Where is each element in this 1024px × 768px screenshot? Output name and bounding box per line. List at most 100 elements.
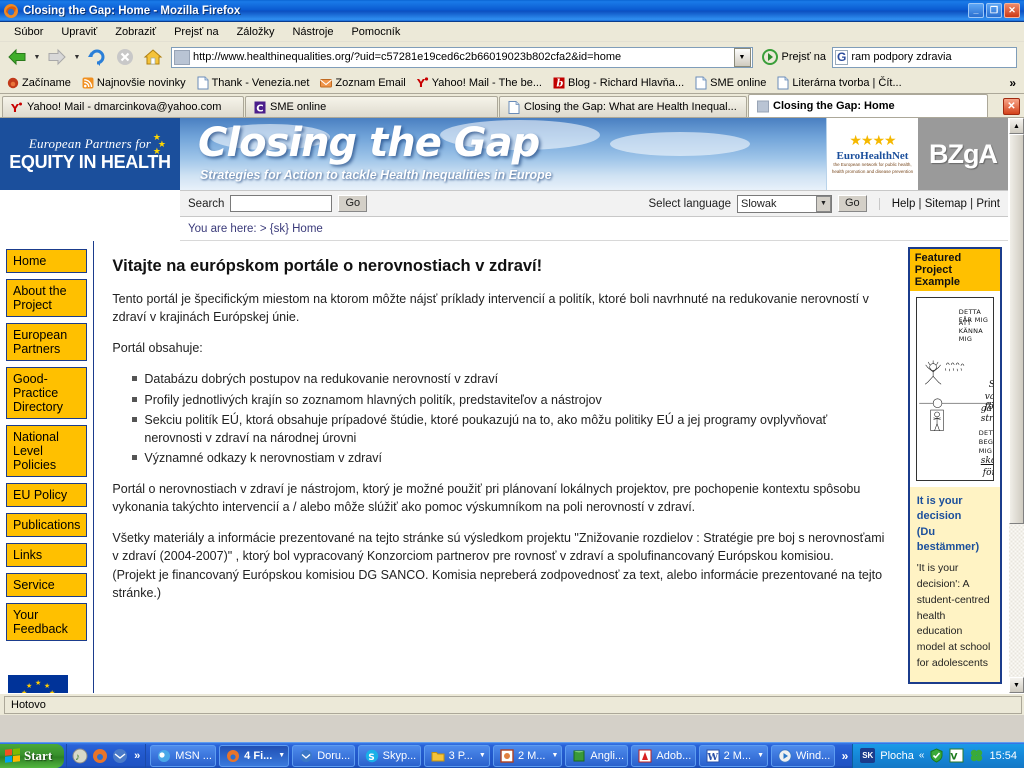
clover-icon[interactable] bbox=[969, 748, 984, 763]
search-input[interactable]: G ram podpory zdravia bbox=[832, 46, 1017, 68]
title-bar: Closing the Gap: Home - Mozilla Firefox … bbox=[0, 0, 1024, 22]
menu-item-zalozky[interactable]: Záložky bbox=[228, 24, 284, 40]
tab-closing-the-gap-home[interactable]: Closing the Gap: Home bbox=[748, 94, 988, 117]
language-select[interactable]: Slowak ▼ bbox=[737, 194, 832, 213]
site-search-input[interactable] bbox=[230, 195, 333, 212]
close-tab-icon[interactable]: ✕ bbox=[1003, 98, 1020, 115]
scrollbar-thumb[interactable] bbox=[1009, 134, 1024, 524]
bookmark-zoznam-email[interactable]: Zoznam Email bbox=[315, 75, 410, 91]
bookmarks-overflow-icon[interactable]: » bbox=[1009, 76, 1022, 90]
page-scrollbar[interactable]: ▲ ▼ bbox=[1008, 118, 1024, 693]
language-go-button[interactable]: Go bbox=[838, 195, 867, 212]
tasks-overflow-icon[interactable]: » bbox=[838, 749, 853, 763]
search-engine-icon[interactable]: G bbox=[835, 49, 849, 65]
scroll-up-icon[interactable]: ▲ bbox=[1009, 118, 1024, 134]
reload-icon[interactable] bbox=[84, 44, 110, 70]
tab-closing-the-gap-what[interactable]: Closing the Gap: What are Health Inequal… bbox=[499, 96, 747, 117]
page-icon bbox=[197, 76, 209, 90]
sidebar-item-about-the-project[interactable]: About the Project bbox=[6, 279, 88, 317]
sketch-line: MIG bbox=[978, 447, 993, 455]
task-firefox[interactable]: 4 Fi... ▼ bbox=[219, 744, 290, 767]
start-button[interactable]: Start bbox=[0, 743, 65, 768]
featured-project-image[interactable]: DETTA FÅR MIG ATT KÄNNA MIG v fö gå str … bbox=[909, 291, 1000, 487]
bookmark-label: Začíname bbox=[22, 76, 71, 89]
chevron-down-icon[interactable]: ▼ bbox=[757, 752, 764, 759]
shield-icon[interactable] bbox=[929, 748, 944, 763]
antivirus-icon[interactable]: V bbox=[949, 748, 964, 763]
task-windows-media[interactable]: Wind... bbox=[771, 744, 835, 767]
maximize-button[interactable]: ❐ bbox=[986, 3, 1002, 18]
tab-sme-online[interactable]: C SME online bbox=[245, 96, 498, 117]
chevron-down-icon[interactable]: ▼ bbox=[551, 752, 558, 759]
task-winamp[interactable]: 2 M... ▼ bbox=[492, 744, 563, 767]
bookmark-thank-venezia[interactable]: Thank - Venezia.net bbox=[192, 75, 315, 91]
tray-expand-icon[interactable]: « bbox=[919, 750, 925, 761]
back-arrow-icon[interactable] bbox=[4, 44, 30, 70]
bookmark-blog-richard[interactable]: b Blog - Richard Hlavňa... bbox=[548, 75, 689, 91]
bookmark-zaciname[interactable]: Začíname bbox=[2, 75, 76, 91]
sidebar-item-european-partners[interactable]: European Partners bbox=[6, 323, 88, 361]
task-dorucene[interactable]: Doru... bbox=[292, 744, 355, 767]
bookmark-yahoo-mail[interactable]: Y Yahoo! Mail - The be... bbox=[412, 75, 547, 91]
menu-item-subor[interactable]: Súbor bbox=[5, 24, 52, 40]
task-adobe[interactable]: Adob... bbox=[631, 744, 696, 767]
firefox-icon[interactable] bbox=[92, 748, 108, 764]
credits-paragraph: Všetky materiály a informácie prezentova… bbox=[112, 531, 885, 564]
task-msn[interactable]: MSN ... bbox=[150, 744, 217, 767]
chevron-down-icon[interactable]: ▼ bbox=[479, 752, 486, 759]
sidebar-item-your-feedback[interactable]: Your Feedback bbox=[6, 603, 88, 641]
menu-item-upravit[interactable]: Upraviť bbox=[52, 24, 106, 40]
menu-item-zobrazit[interactable]: Zobraziť bbox=[106, 24, 165, 40]
sidebar-item-links[interactable]: Links bbox=[6, 543, 88, 567]
minimize-button[interactable]: _ bbox=[968, 3, 984, 18]
sketch-line: föräldrar bbox=[982, 468, 993, 478]
sidebar-item-home[interactable]: Home bbox=[6, 249, 88, 273]
menu-item-pomocnik[interactable]: Pomocník bbox=[342, 24, 409, 40]
bzga-logo[interactable]: BZgA bbox=[918, 118, 1008, 190]
go-button[interactable]: Prejsť na bbox=[758, 49, 830, 65]
quicklaunch-overflow-icon[interactable]: » bbox=[134, 750, 140, 762]
yahoo-icon: Y bbox=[10, 101, 23, 115]
site-banner: European Partners for EQUITY IN HEALTH ★… bbox=[0, 118, 1008, 190]
sme-icon: C bbox=[254, 101, 266, 114]
close-button[interactable]: ✕ bbox=[1004, 3, 1020, 18]
sidebar-item-eu-policy[interactable]: EU Policy bbox=[6, 483, 88, 507]
task-word[interactable]: W 2 M... ▼ bbox=[698, 744, 769, 767]
chevron-down-icon[interactable]: ▼ bbox=[816, 195, 831, 212]
task-folders[interactable]: 3 P... ▼ bbox=[423, 744, 490, 767]
sitemap-link[interactable]: Sitemap bbox=[925, 198, 967, 210]
sidebar-item-national-level-policies[interactable]: National Level Policies bbox=[6, 425, 88, 477]
print-link[interactable]: Print bbox=[976, 198, 1000, 210]
tab-yahoo-mail[interactable]: Y Yahoo! Mail - dmarcinkova@yahoo.com bbox=[2, 96, 244, 117]
back-dropdown-icon[interactable]: ▼ bbox=[32, 44, 42, 70]
address-dropdown-icon[interactable]: ▼ bbox=[733, 47, 751, 67]
desktop-label[interactable]: Plocha bbox=[880, 750, 914, 762]
scroll-down-icon[interactable]: ▼ bbox=[1009, 677, 1024, 693]
eurohealthnet-logo[interactable]: ★★★★ EuroHealthNet the European network … bbox=[826, 118, 918, 190]
bookmark-sme-online[interactable]: SME online bbox=[690, 75, 771, 91]
menu-item-nastroje[interactable]: Nástroje bbox=[283, 24, 342, 40]
svg-text:S: S bbox=[368, 753, 374, 763]
clock[interactable]: 15:54 bbox=[989, 750, 1017, 762]
help-link[interactable]: Help bbox=[892, 198, 916, 210]
scrollbar-track[interactable] bbox=[1009, 524, 1024, 677]
task-skype[interactable]: S Skyp... bbox=[357, 744, 421, 767]
home-icon[interactable] bbox=[140, 44, 166, 70]
address-bar[interactable]: http://www.healthinequalities.org/?uid=c… bbox=[171, 46, 753, 68]
bookmark-literarna-tvorba[interactable]: Literárna tvorba | Čít... bbox=[772, 75, 906, 91]
featured-project-body: It is your decision (Du bestämmer) 'It i… bbox=[909, 487, 1000, 682]
site-search-go-button[interactable]: Go bbox=[338, 195, 368, 212]
main-content: Vitajte na európskom portále o nerovnost… bbox=[94, 241, 903, 693]
sidebar-item-good-practice-directory[interactable]: Good-Practice Directory bbox=[6, 367, 88, 419]
epfe-logo[interactable]: European Partners for EQUITY IN HEALTH ★… bbox=[0, 118, 180, 190]
task-anglictina[interactable]: Angli... bbox=[565, 744, 629, 767]
sidebar-item-service[interactable]: Service bbox=[6, 573, 88, 597]
sidebar-item-publications[interactable]: Publications bbox=[6, 513, 88, 537]
chevron-down-icon[interactable]: ▼ bbox=[278, 752, 285, 759]
bookmark-najnovsie-novinky[interactable]: Najnovšie novinky bbox=[77, 75, 191, 91]
winamp-icon[interactable]: ♪ bbox=[72, 748, 88, 764]
menu-item-prejst-na[interactable]: Prejsť na bbox=[165, 24, 227, 40]
window-buttons: _ ❐ ✕ bbox=[968, 3, 1020, 18]
language-indicator[interactable]: SK bbox=[860, 748, 876, 763]
outlook-icon[interactable] bbox=[112, 748, 128, 764]
